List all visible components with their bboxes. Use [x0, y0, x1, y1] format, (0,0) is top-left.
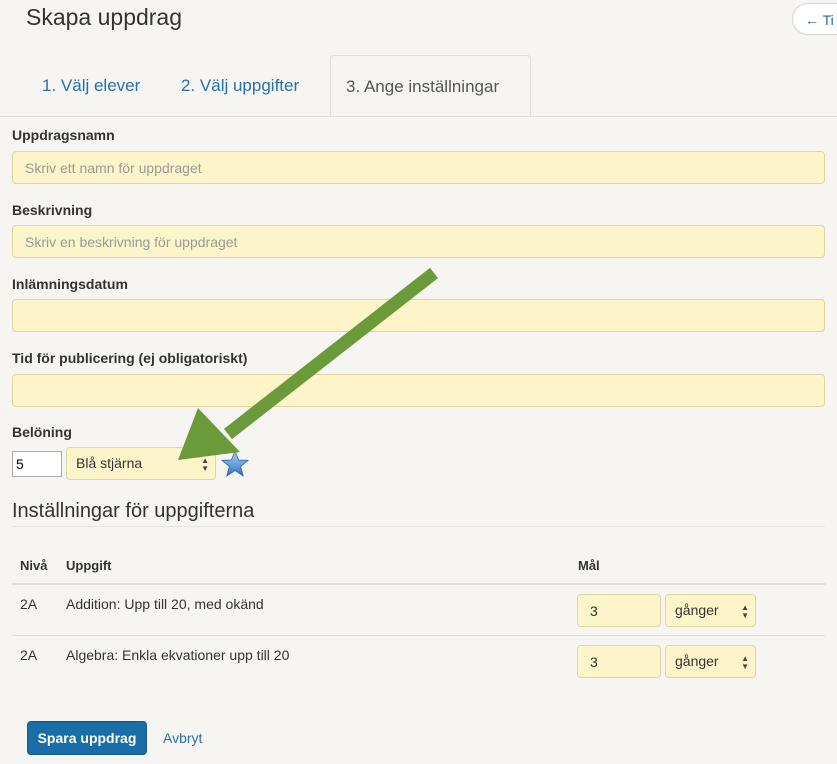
due-date-input[interactable]	[12, 299, 825, 332]
back-button[interactable]: ← Ti	[792, 3, 837, 35]
column-header-goal: Mål	[578, 558, 600, 573]
publish-time-label: Tid för publicering (ej obligatoriskt)	[12, 350, 248, 366]
goal-unit-select[interactable]: gånger ▲ ▼	[665, 645, 756, 678]
reward-type-value: Blå stjärna	[76, 455, 143, 471]
task-settings-heading: Inställningar för uppgifterna	[12, 500, 255, 522]
page-title: Skapa uppdrag	[26, 4, 183, 30]
goal-unit-value: gånger	[675, 653, 719, 669]
goal-input[interactable]	[577, 594, 661, 627]
column-header-level: Nivå	[20, 558, 48, 573]
section-divider	[12, 526, 825, 527]
select-arrows-icon: ▲ ▼	[741, 654, 749, 671]
description-input[interactable]	[12, 225, 825, 258]
description-label: Beskrivning	[12, 202, 93, 218]
column-header-task: Uppgift	[66, 558, 112, 573]
goal-unit-select[interactable]: gånger ▲ ▼	[665, 594, 756, 627]
row-task: Algebra: Enkla ekvationer upp till 20	[66, 647, 290, 663]
reward-quantity-input[interactable]	[12, 451, 62, 477]
tab-select-tasks[interactable]: 2. Välj uppgifter	[181, 55, 299, 116]
assignment-name-input[interactable]	[12, 151, 825, 184]
table-header-divider	[12, 583, 825, 585]
wizard-tabs: 1. Välj elever 2. Välj uppgifter 3. Ange…	[0, 55, 837, 117]
row-level: 2A	[20, 647, 38, 663]
select-arrows-icon: ▲ ▼	[741, 603, 749, 620]
star-icon	[220, 449, 250, 477]
save-assignment-button[interactable]: Spara uppdrag	[27, 721, 147, 755]
row-divider	[12, 635, 825, 636]
tab-settings[interactable]: 3. Ange inställningar	[330, 55, 531, 116]
row-level: 2A	[20, 596, 38, 612]
reward-label: Belöning	[12, 424, 72, 440]
select-arrows-icon: ▲ ▼	[201, 456, 209, 473]
cancel-link[interactable]: Avbryt	[163, 730, 202, 746]
publish-time-input[interactable]	[12, 374, 825, 407]
tab-select-students[interactable]: 1. Välj elever	[42, 55, 140, 116]
reward-type-select[interactable]: Blå stjärna ▲ ▼	[66, 447, 216, 480]
assignment-name-label: Uppdragsnamn	[12, 127, 115, 143]
goal-input[interactable]	[577, 645, 661, 678]
row-task: Addition: Upp till 20, med okänd	[66, 596, 264, 612]
goal-unit-value: gånger	[675, 602, 719, 618]
due-date-label: Inlämningsdatum	[12, 276, 128, 292]
